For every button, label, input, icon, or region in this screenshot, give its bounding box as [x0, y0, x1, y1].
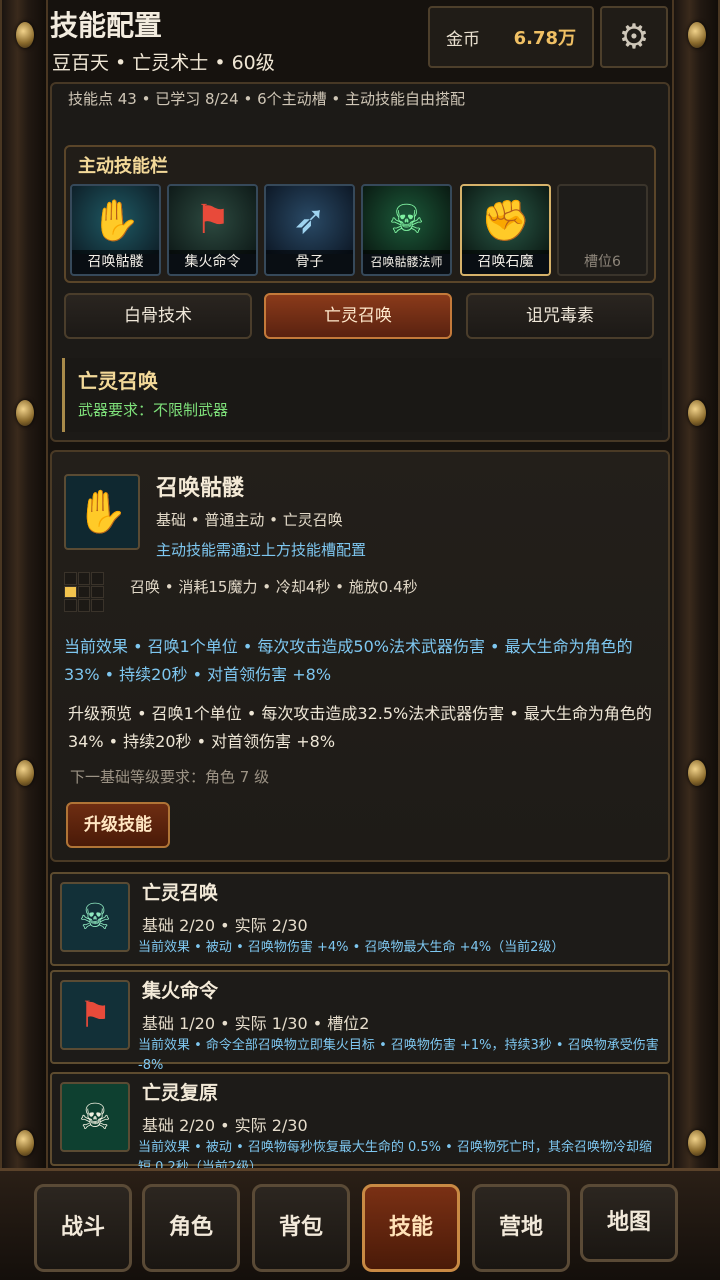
active-skill-bar-title: 主动技能栏	[78, 156, 168, 177]
skill-slot-5[interactable]: ✊ 召唤石魔	[460, 184, 551, 276]
skill-slot-2[interactable]: ⚑ 集火命令	[167, 184, 258, 276]
skill-item-name: 亡灵召唤	[142, 882, 219, 904]
nav-map[interactable]: 地图	[580, 1184, 678, 1262]
nav-character[interactable]: 角色	[142, 1184, 240, 1272]
page-title: 技能配置	[50, 9, 163, 42]
skeleton-hand-icon: ✋	[64, 474, 140, 550]
rivet-icon	[688, 760, 706, 786]
skill-slot-3[interactable]: ➶ 骨子	[264, 184, 355, 276]
skill-points-summary: 技能点 43 • 已学习 8/24 • 6个主动槽 • 主动技能自由搭配	[68, 90, 466, 108]
gear-icon: ⚙	[618, 17, 650, 57]
command-banner-icon: ⚑	[60, 980, 130, 1050]
tab-summon[interactable]: 亡灵召唤	[264, 293, 452, 339]
command-banner-icon: ⚑	[169, 186, 256, 254]
skill-slot-4[interactable]: ☠ 召唤骷髅法师	[361, 184, 452, 276]
green-skull-icon: ☠	[60, 1082, 130, 1152]
frame-left	[0, 0, 48, 1280]
skeleton-hand-icon: ✋	[72, 186, 159, 254]
skill-item-level: 基础 1/20 • 实际 1/30 • 槽位2	[142, 1014, 370, 1033]
skill-slot-label: 骨子	[266, 250, 353, 274]
grid-cell	[77, 585, 91, 599]
rivet-icon	[16, 400, 34, 426]
grid-cell	[91, 599, 104, 612]
settings-button[interactable]: ⚙	[600, 6, 668, 68]
next-level-requirement: 下一基础等级要求：角色 7 级	[70, 768, 270, 786]
grid-cell	[64, 599, 77, 612]
skill-item-level: 基础 2/20 • 实际 2/30	[142, 1116, 308, 1135]
current-effect: 当前效果 • 召唤1个单位 • 每次攻击造成50%法术武器伤害 • 最大生命为角…	[64, 637, 633, 684]
skill-tree-title: 亡灵召唤	[78, 369, 158, 393]
skill-slot-label: 槽位6	[584, 254, 621, 270]
skill-slot-6[interactable]: 槽位6	[557, 184, 648, 276]
rivet-icon	[16, 22, 34, 48]
gold-label: 金币	[446, 29, 480, 50]
empty-slot-icon	[559, 186, 646, 254]
skill-detail-tags: 基础 • 普通主动 • 亡灵召唤	[156, 511, 343, 529]
grid-cell	[77, 572, 91, 585]
rivet-icon	[16, 760, 34, 786]
golem-icon: ✊	[462, 186, 549, 254]
rivet-icon	[688, 400, 706, 426]
rivet-icon	[688, 22, 706, 48]
tab-bone[interactable]: 白骨技术	[64, 293, 252, 339]
skill-detail-hint: 主动技能需通过上方技能槽配置	[156, 541, 367, 559]
upgrade-skill-button[interactable]: 升级技能	[66, 802, 170, 848]
rivet-icon	[688, 1130, 706, 1156]
gold-value: 6.78万	[513, 28, 576, 49]
nav-camp[interactable]: 营地	[472, 1184, 570, 1272]
skill-item-level: 基础 2/20 • 实际 2/30	[142, 916, 308, 935]
skill-slot-label: 召唤骷髅法师	[363, 250, 450, 274]
nav-skills[interactable]: 技能	[362, 1184, 460, 1272]
skill-list-item[interactable]: ☠ 亡灵复原 基础 2/20 • 实际 2/30 当前效果 • 被动 • 召唤物…	[50, 1072, 670, 1175]
nav-bag[interactable]: 背包	[252, 1184, 350, 1272]
skill-list-item[interactable]: ☠ 亡灵召唤 基础 2/20 • 实际 2/30 当前效果 • 被动 • 召唤物…	[50, 872, 670, 966]
grid-cell	[91, 585, 104, 599]
skill-slot-label: 集火命令	[169, 250, 256, 274]
skill-slot-label: 召唤骷髅	[72, 250, 159, 274]
skill-item-effect: 当前效果 • 命令全部召唤物立即集火目标 • 召唤物伤害 +1%，持续3秒 • …	[138, 1038, 659, 1073]
character-subtitle: 豆百天 • 亡灵术士 • 60级	[52, 52, 275, 74]
skill-item-name: 集火命令	[142, 980, 219, 1002]
skeleton-mage-icon: ☠	[363, 186, 450, 254]
skill-detail-name: 召唤骷髅	[156, 476, 245, 501]
skill-list-item[interactable]: ⚑ 集火命令 基础 1/20 • 实际 1/30 • 槽位2 当前效果 • 命令…	[50, 970, 670, 1073]
rivet-icon	[16, 1130, 34, 1156]
grid-cell	[64, 572, 77, 585]
frame-right	[672, 0, 720, 1280]
tab-curse[interactable]: 诅咒毒素	[466, 293, 654, 339]
skill-slot-label: 召唤石魔	[462, 250, 549, 274]
grid-cell	[64, 585, 77, 599]
nav-battle[interactable]: 战斗	[34, 1184, 132, 1272]
undead-skull-icon: ☠	[60, 882, 130, 952]
skill-cost-line: 召唤 • 消耗15魔力 • 冷却4秒 • 施放0.4秒	[130, 578, 418, 596]
bone-spear-icon: ➶	[266, 186, 353, 254]
skill-slot-1[interactable]: ✋ 召唤骷髅	[70, 184, 161, 276]
gold-display: 金币 6.78万	[428, 6, 594, 68]
upgrade-preview: 升级预览 • 召唤1个单位 • 每次攻击造成32.5%法术武器伤害 • 最大生命…	[68, 704, 652, 751]
grid-cell	[77, 599, 91, 612]
skill-item-name: 亡灵复原	[142, 1082, 219, 1104]
grid-cell	[91, 572, 104, 585]
weapon-requirement: 武器要求：不限制武器	[78, 401, 229, 419]
skill-shape-icon	[64, 572, 104, 612]
